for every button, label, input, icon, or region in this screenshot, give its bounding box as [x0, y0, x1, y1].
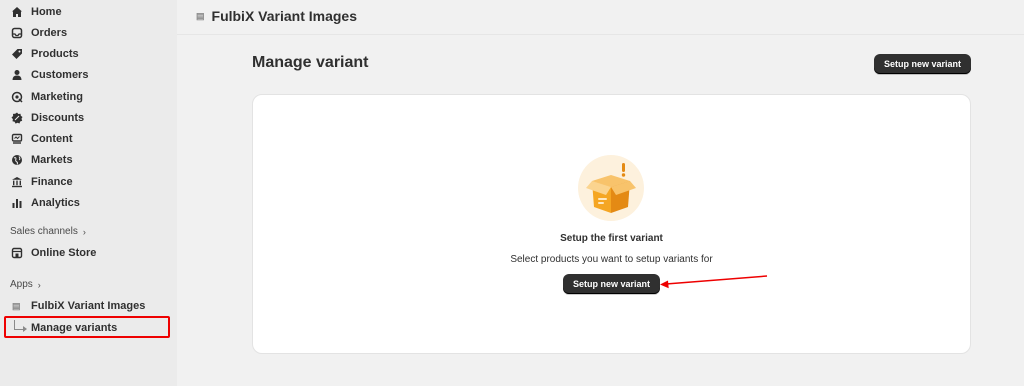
- sidebar: Home Orders Products Customers Marketing…: [0, 0, 177, 386]
- sidebar-item-label: Finance: [31, 176, 73, 188]
- setup-new-variant-button[interactable]: Setup new variant: [874, 54, 971, 74]
- app-icon: ▤: [196, 10, 205, 21]
- sidebar-item-markets[interactable]: Markets: [10, 151, 73, 169]
- app-title-text: FulbiX Variant Images: [211, 8, 358, 24]
- sidebar-item-label: Markets: [31, 154, 73, 166]
- page-title: Manage variant: [252, 54, 369, 71]
- empty-state-description: Select products you want to setup varian…: [510, 254, 713, 265]
- sidebar-item-customers[interactable]: Customers: [10, 66, 88, 84]
- sidebar-item-label: Discounts: [31, 112, 85, 124]
- sidebar-item-label: Customers: [31, 69, 89, 81]
- content-icon: [10, 132, 24, 146]
- sidebar-item-label: Products: [31, 48, 79, 60]
- sidebar-item-label: Marketing: [31, 91, 83, 103]
- chevron-right-icon: ›: [37, 279, 41, 290]
- empty-box-illustration: [578, 155, 644, 221]
- divider: [177, 34, 1024, 35]
- app-icon: ▤: [12, 300, 21, 311]
- section-label: Apps: [10, 279, 33, 290]
- sidebar-item-label: Content: [31, 133, 73, 145]
- empty-state-heading: Setup the first variant: [560, 233, 663, 244]
- sales-channels-header[interactable]: Sales channels ›: [10, 226, 86, 237]
- section-label: Sales channels: [10, 226, 78, 237]
- bank-icon: [10, 175, 24, 189]
- sidebar-item-marketing[interactable]: Marketing: [10, 88, 83, 106]
- sidebar-item-label: Online Store: [31, 247, 97, 259]
- sidebar-item-content[interactable]: Content: [10, 130, 73, 148]
- sidebar-item-label: Home: [31, 6, 62, 18]
- person-icon: [10, 68, 24, 82]
- sidebar-item-online-store[interactable]: Online Store: [10, 244, 96, 262]
- sidebar-item-orders[interactable]: Orders: [10, 24, 67, 42]
- sidebar-item-products[interactable]: Products: [10, 45, 79, 63]
- chevron-right-icon: ›: [82, 226, 86, 237]
- empty-state-card: [252, 94, 971, 354]
- sidebar-item-label: Orders: [31, 27, 68, 39]
- sidebar-item-label: FulbiX Variant Images: [31, 300, 146, 312]
- globe-icon: [10, 153, 24, 167]
- sidebar-item-label: Analytics: [31, 197, 80, 209]
- sidebar-item-app[interactable]: ▤ FulbiX Variant Images: [12, 298, 145, 314]
- tag-icon: [10, 47, 24, 61]
- apps-header[interactable]: Apps ›: [10, 279, 41, 290]
- home-icon: [10, 5, 24, 19]
- highlight-annotation: [4, 316, 170, 338]
- setup-new-variant-button-center[interactable]: Setup new variant: [563, 274, 660, 294]
- sidebar-item-analytics[interactable]: Analytics: [10, 194, 80, 212]
- app-title: ▤ FulbiX Variant Images: [196, 6, 357, 26]
- bar-chart-icon: [10, 196, 24, 210]
- store-icon: [10, 246, 24, 260]
- target-icon: [10, 90, 24, 104]
- sidebar-item-finance[interactable]: Finance: [10, 173, 73, 191]
- sidebar-item-home[interactable]: Home: [10, 3, 62, 21]
- sidebar-item-discounts[interactable]: Discounts: [10, 109, 84, 127]
- inbox-icon: [10, 26, 24, 40]
- discount-icon: [10, 111, 24, 125]
